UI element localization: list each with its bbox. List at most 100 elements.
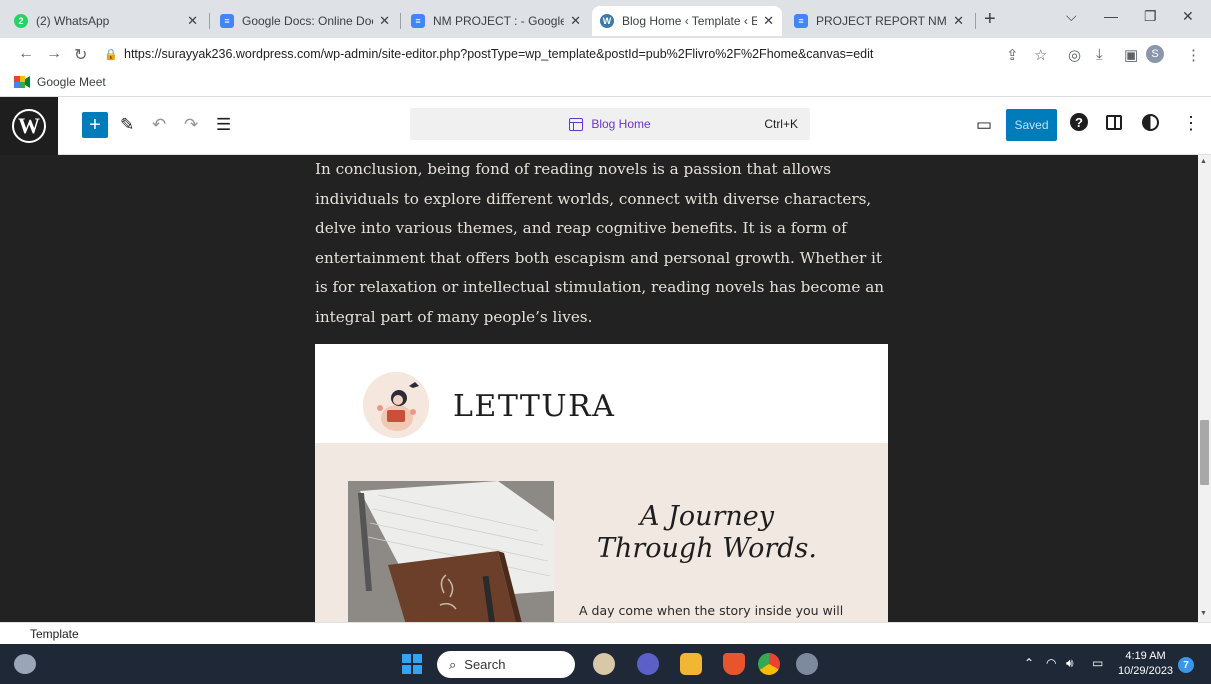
wordpress-logo-button[interactable]: W — [0, 97, 58, 155]
tab-google-docs[interactable]: ≡ Google Docs: Online Docum ✕ — [212, 6, 398, 36]
reload-icon[interactable]: ↻ — [74, 45, 87, 65]
forward-arrow-icon[interactable]: → — [46, 45, 62, 63]
teams-chat-icon[interactable] — [637, 653, 659, 675]
breadcrumb-template[interactable]: Template — [30, 627, 79, 641]
settings-gear-icon[interactable] — [796, 653, 818, 675]
settings-panel-icon[interactable] — [1106, 115, 1122, 130]
tab-label: PROJECT REPORT NM - Goo — [816, 14, 947, 28]
tab-divider — [975, 13, 976, 29]
chrome-icon[interactable] — [758, 653, 780, 675]
template-icon — [569, 117, 584, 131]
tab-whatsapp[interactable]: 2 (2) WhatsApp ✕ — [6, 6, 206, 36]
copilot-avatar-icon[interactable] — [593, 653, 615, 675]
headline-line-1: A Journey — [639, 501, 775, 532]
tray-overflow-chevron-icon[interactable]: ⌃ — [1024, 656, 1034, 670]
lock-icon: 🔒 — [104, 48, 118, 61]
brave-browser-icon[interactable] — [723, 653, 745, 675]
block-inserter-button[interactable]: + — [82, 112, 108, 138]
new-tab-button[interactable]: + — [984, 9, 996, 29]
wifi-icon[interactable]: ◠ — [1046, 656, 1056, 670]
bookmark-google-meet[interactable]: Google Meet — [14, 75, 106, 89]
close-tab-icon[interactable]: ✕ — [570, 13, 581, 29]
close-window-icon[interactable]: ✕ — [1182, 8, 1194, 25]
undo-icon[interactable]: ↶ — [152, 115, 166, 135]
bookmark-label: Google Meet — [37, 75, 106, 89]
scrollbar-thumb[interactable] — [1200, 420, 1209, 485]
notification-badge[interactable]: 7 — [1178, 657, 1194, 673]
tab-label: Google Docs: Online Docum — [242, 14, 373, 28]
close-tab-icon[interactable]: ✕ — [187, 13, 198, 29]
tab-divider — [209, 13, 210, 29]
tab-label: Blog Home ‹ Template ‹ Edit — [622, 14, 758, 28]
card-header: LETTURA — [315, 344, 888, 443]
tab-search-chevron-icon[interactable]: ⌵ — [1066, 8, 1077, 25]
address-bar[interactable]: 🔒 https://surayyak236.wordpress.com/wp-a… — [104, 42, 994, 66]
help-icon[interactable]: ? — [1070, 113, 1088, 131]
whatsapp-icon: 2 — [14, 14, 28, 28]
wordpress-icon: W — [12, 109, 46, 143]
save-button[interactable]: Saved — [1006, 109, 1057, 141]
site-brand: LETTURA — [453, 389, 616, 424]
browser-tab-strip: 2 (2) WhatsApp ✕ ≡ Google Docs: Online D… — [0, 0, 1211, 38]
scroll-up-arrow-icon[interactable]: ▲ — [1200, 158, 1207, 165]
clock-date: 10/29/2023 — [1118, 665, 1174, 677]
tab-label: NM PROJECT : - Google Doc — [433, 14, 565, 28]
document-overview-icon[interactable]: ☰ — [216, 115, 231, 135]
lettura-logo-icon — [363, 372, 429, 438]
keyboard-shortcut: Ctrl+K — [764, 117, 798, 131]
tab-divider — [400, 13, 401, 29]
windows-start-icon[interactable] — [402, 654, 422, 674]
hero-headline: A Journey Through Words. — [587, 501, 827, 565]
file-explorer-icon[interactable] — [680, 653, 702, 675]
editor-canvas[interactable]: In conclusion, being fond of reading nov… — [0, 155, 1198, 622]
wordpress-icon: W — [600, 14, 614, 28]
minimize-icon[interactable]: — — [1104, 8, 1118, 24]
bookmarks-bar: Google Meet — [0, 70, 1211, 97]
system-clock[interactable]: 4:19 AM 10/29/2023 — [1118, 649, 1173, 679]
canvas-scrollbar[interactable]: ▲ ▼ — [1198, 155, 1211, 622]
search-placeholder: Search — [464, 657, 506, 672]
editor-header: W + ✎ ↶ ↷ ☰ Blog Home Ctrl+K ▭ Saved ? ⋮ — [0, 97, 1211, 155]
search-icon: ⌕ — [449, 656, 457, 672]
back-arrow-icon[interactable]: ← — [18, 45, 34, 63]
tab-blog-home[interactable]: W Blog Home ‹ Template ‹ Edit ✕ — [592, 6, 782, 36]
scroll-down-arrow-icon[interactable]: ▼ — [1200, 610, 1207, 617]
tab-nm-project[interactable]: ≡ NM PROJECT : - Google Doc ✕ — [403, 6, 589, 36]
clock-time: 4:19 AM — [1125, 650, 1166, 662]
options-menu-icon[interactable]: ⋮ — [1182, 113, 1200, 134]
notebook-photo — [348, 481, 554, 622]
url-text: https://surayyak236.wordpress.com/wp-adm… — [124, 47, 874, 61]
template-title: Blog Home — [591, 117, 651, 131]
google-meet-icon — [14, 76, 30, 88]
close-tab-icon[interactable]: ✕ — [763, 13, 774, 29]
headline-line-2: Through Words. — [596, 533, 817, 564]
close-tab-icon[interactable]: ✕ — [953, 13, 964, 29]
tab-label: (2) WhatsApp — [36, 14, 110, 28]
card-hero: A Journey Through Words. A day come when… — [315, 443, 888, 622]
volume-icon[interactable]: 🔊︎ — [1066, 656, 1074, 671]
browser-menu-icon[interactable]: ⋮ — [1186, 46, 1201, 64]
close-tab-icon[interactable]: ✕ — [379, 13, 390, 29]
styles-icon[interactable] — [1142, 114, 1159, 131]
pencil-tools-icon[interactable]: ✎ — [120, 115, 134, 135]
tab-project-report[interactable]: ≡ PROJECT REPORT NM - Goo ✕ — [786, 6, 972, 36]
google-docs-icon: ≡ — [411, 14, 425, 28]
restore-icon[interactable]: ❐ — [1144, 8, 1157, 25]
weather-widget-icon[interactable] — [14, 654, 36, 674]
image-block[interactable]: LETTURA A Journey Through Words. A day c… — [315, 344, 888, 622]
device-preview-icon[interactable]: ▭ — [976, 115, 992, 135]
side-panel-icon[interactable]: ▣ — [1124, 46, 1138, 64]
taskbar-search[interactable]: ⌕ Search — [437, 651, 575, 678]
redo-icon[interactable]: ↷ — [184, 115, 198, 135]
command-palette-bar[interactable]: Blog Home Ctrl+K — [410, 108, 810, 140]
extension-icon[interactable]: ◎ — [1068, 46, 1081, 64]
download-icon[interactable]: ⤓ — [1096, 46, 1103, 63]
profile-avatar[interactable]: S — [1146, 45, 1164, 63]
bookmark-star-icon[interactable]: ☆ — [1034, 46, 1047, 64]
share-icon[interactable]: ⇪ — [1006, 46, 1019, 64]
battery-icon[interactable]: ▭ — [1092, 656, 1103, 670]
google-docs-icon: ≡ — [220, 14, 234, 28]
hero-tagline: A day come when the story inside you wil… — [579, 603, 844, 618]
post-paragraph[interactable]: In conclusion, being fond of reading nov… — [315, 155, 895, 332]
google-docs-icon: ≡ — [794, 14, 808, 28]
